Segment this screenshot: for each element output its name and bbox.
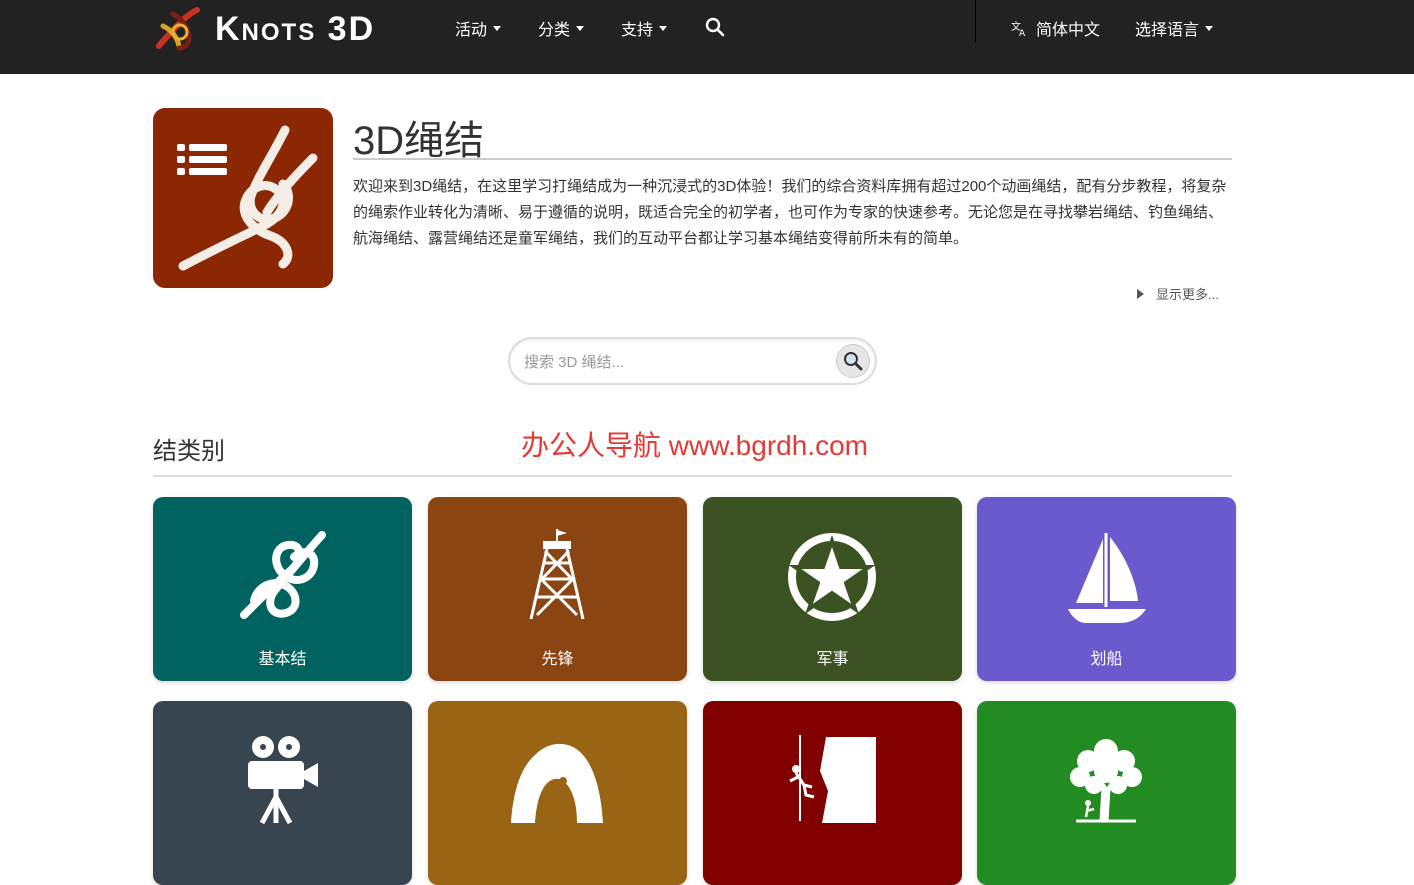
category-label: 先锋	[541, 651, 574, 668]
knot-search-input[interactable]	[524, 349, 824, 375]
category-card-climbing[interactable]	[703, 701, 962, 885]
cave-climber-icon	[511, 743, 603, 823]
category-card-boating[interactable]: 划船	[977, 497, 1236, 681]
show-more-label: 显示更多...	[1156, 287, 1219, 302]
category-card-pioneering[interactable]: 先锋	[428, 497, 687, 681]
show-more-toggle[interactable]: 显示更多...	[1137, 284, 1219, 303]
knots-logo-icon	[156, 7, 200, 51]
category-label: 划船	[1090, 651, 1123, 668]
nav-menu-label: 活动	[455, 22, 488, 39]
search-icon[interactable]	[705, 17, 725, 37]
intro-description: 欢迎来到3D绳结，在这里学习打绳结成为一种沉浸式的3D体验！我们的综合资料库拥有…	[353, 178, 1227, 247]
nav-menu-activities[interactable]: 活动	[455, 16, 502, 40]
category-card-video[interactable]	[153, 701, 412, 885]
translate-icon: 文 A	[1011, 20, 1026, 37]
language-selector-label: 选择语言	[1135, 22, 1200, 39]
nav-menu-categories[interactable]: 分类	[538, 16, 585, 40]
nav-menu-support[interactable]: 支持	[621, 16, 668, 40]
tower-icon	[529, 529, 585, 620]
intro-knot-list-icon	[153, 108, 333, 288]
caret-down-icon	[493, 25, 502, 31]
movie-camera-icon	[248, 736, 318, 825]
watermark-text: 办公人导航 www.bgrdh.com	[521, 430, 868, 461]
svg-text:A: A	[1019, 29, 1026, 37]
nav-menu-label: 支持	[621, 22, 654, 39]
search-button[interactable]	[836, 344, 870, 378]
rappelling-icon	[789, 735, 876, 823]
basic-knot-icon	[240, 531, 326, 619]
category-card-military[interactable]: 军事	[703, 497, 962, 681]
language-selector[interactable]: 选择语言	[1135, 16, 1214, 40]
caret-down-icon	[659, 25, 668, 31]
tree-climber-icon	[1070, 739, 1142, 823]
categories-heading: 结类别	[153, 438, 225, 465]
military-star-icon	[788, 533, 876, 621]
brand-name: Knots 3D	[215, 9, 376, 48]
category-label: 军事	[816, 651, 849, 668]
current-language[interactable]: 文 A 简体中文	[1010, 16, 1100, 40]
section-divider	[153, 475, 1232, 477]
nav-divider	[975, 0, 976, 42]
triangle-right-icon	[1137, 288, 1144, 299]
category-label: 基本结	[258, 651, 307, 668]
brand[interactable]: Knots 3D	[153, 6, 375, 52]
top-navbar: Knots 3D 活动 分类 支持 文 A 简体中文 选择语言	[0, 0, 1414, 74]
caret-down-icon	[1205, 25, 1214, 31]
magnifier-icon	[844, 352, 863, 371]
knot-search-box	[508, 337, 877, 385]
sailboat-icon	[1068, 533, 1146, 623]
caret-down-icon	[576, 25, 585, 31]
category-card-caving[interactable]	[428, 701, 687, 885]
title-divider	[353, 158, 1232, 160]
current-language-label: 简体中文	[1036, 22, 1101, 39]
category-card-tree-climbing[interactable]	[977, 701, 1236, 885]
category-card-basic[interactable]: 基本结	[153, 497, 412, 681]
nav-menu-label: 分类	[538, 22, 571, 39]
